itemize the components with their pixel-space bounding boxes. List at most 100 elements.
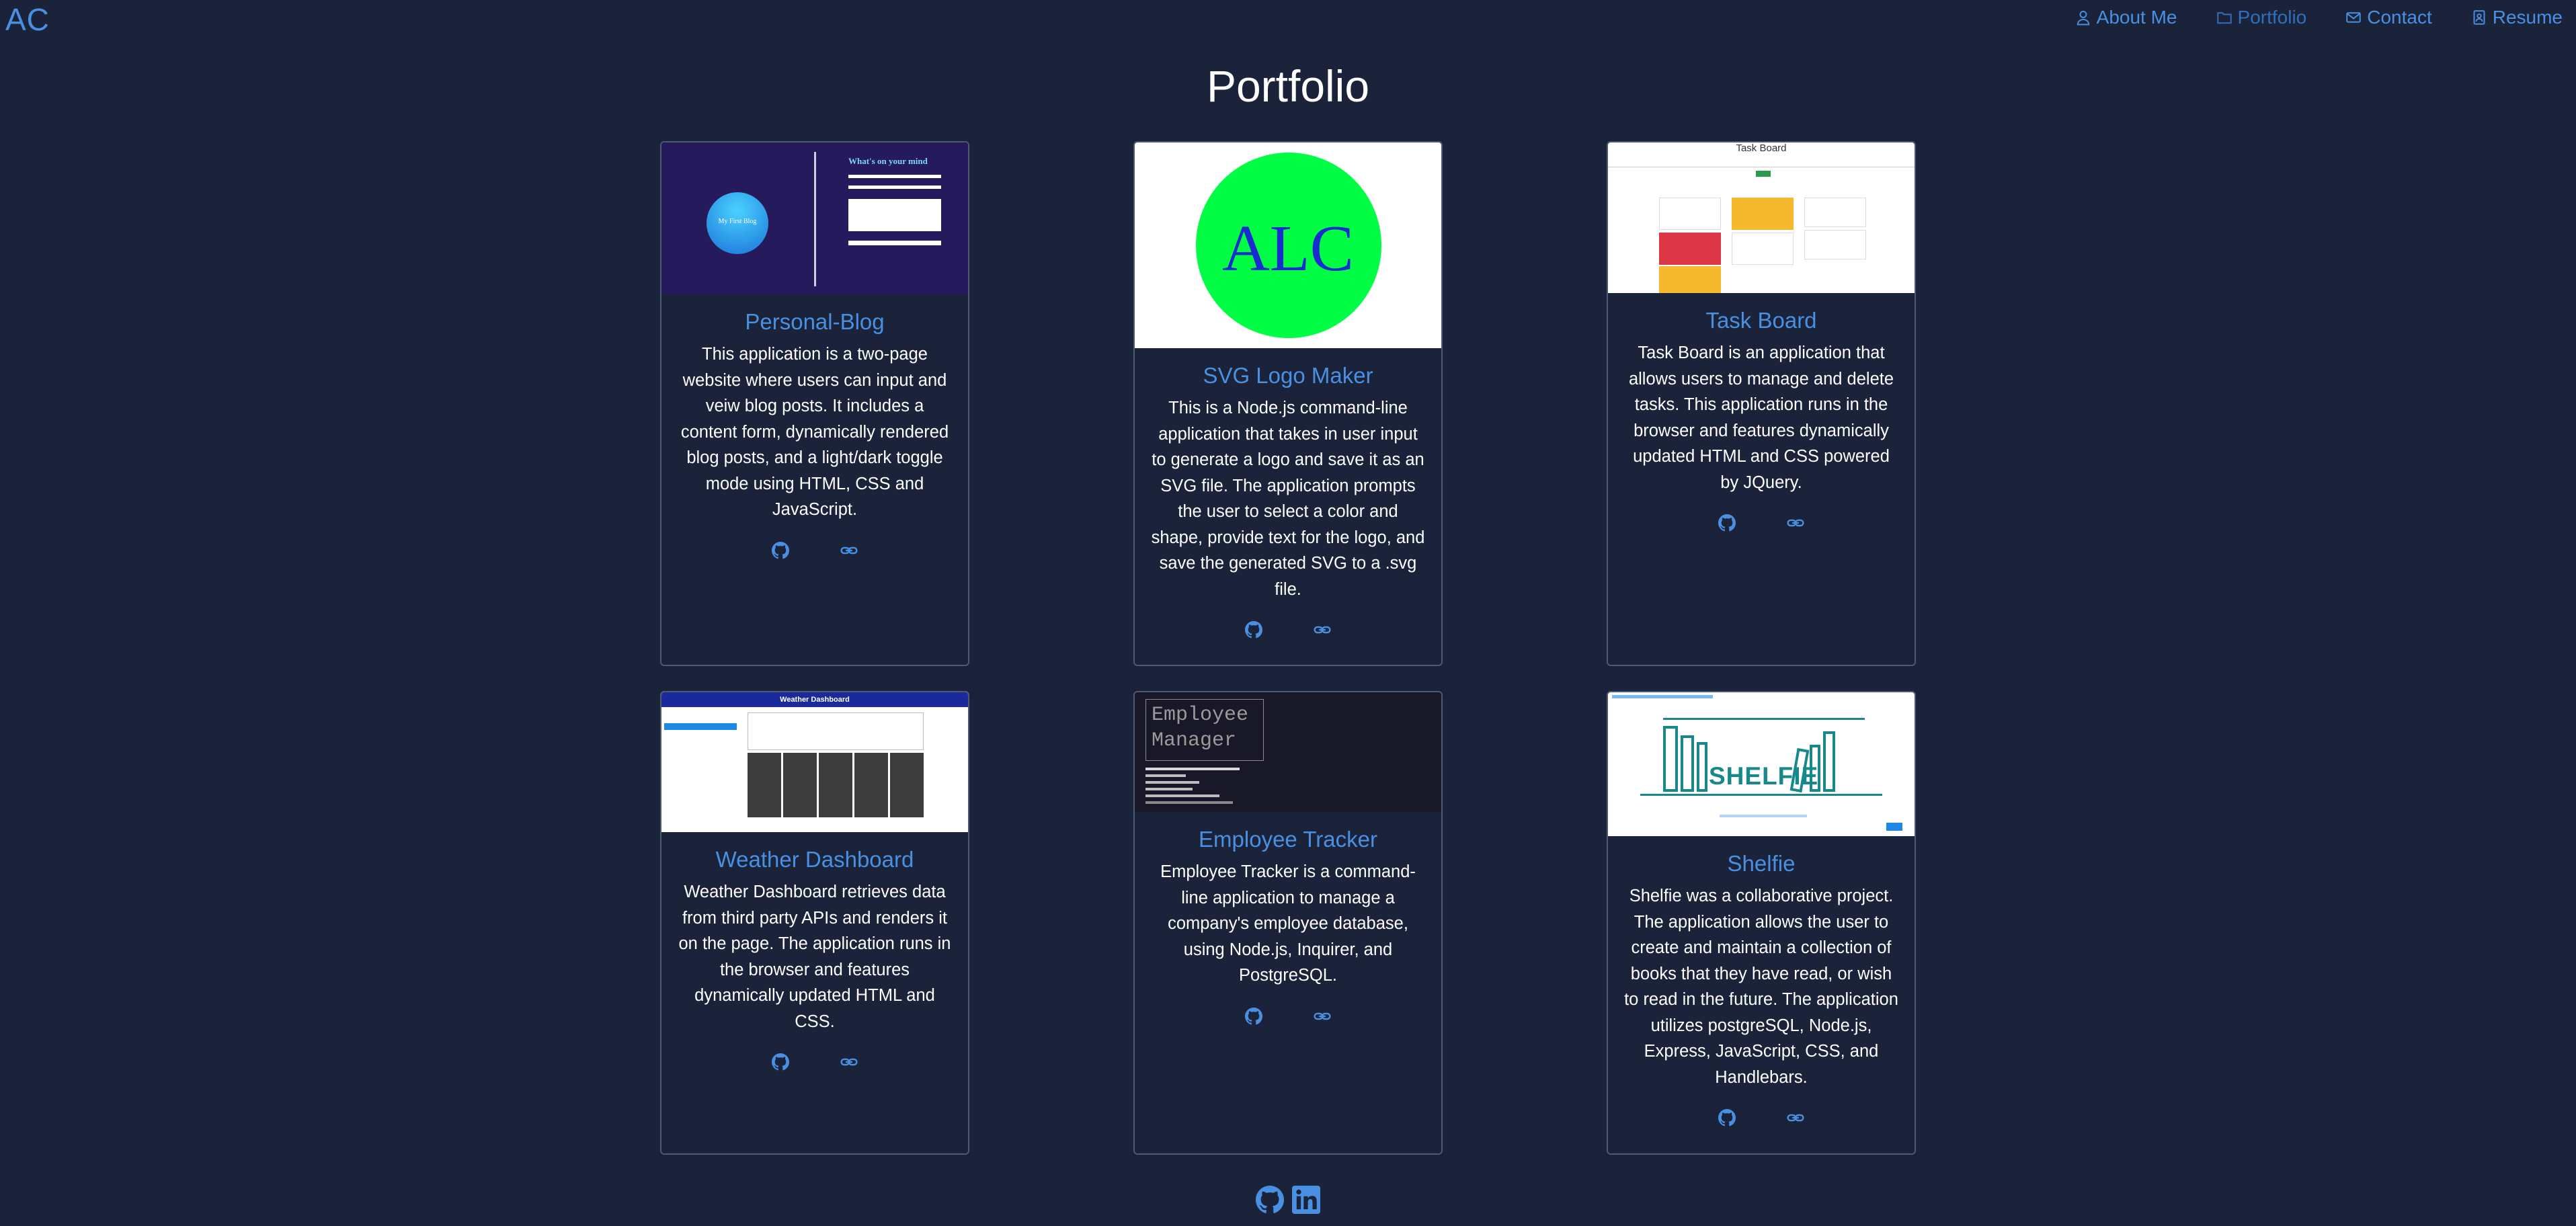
thumb-text: Task Board — [1736, 142, 1787, 154]
github-icon — [1245, 1007, 1262, 1024]
thumb-task-card — [1659, 198, 1721, 230]
thumb-line — [1145, 788, 1193, 790]
book-shape — [1823, 731, 1835, 792]
book-shape — [1681, 735, 1694, 792]
github-link[interactable] — [772, 1053, 789, 1071]
project-description: This application is a two-page website w… — [680, 345, 949, 519]
project-title[interactable]: Personal-Blog — [668, 309, 961, 335]
thumb-line — [1145, 774, 1186, 777]
project-thumbnail: SHELFIE — [1608, 692, 1915, 836]
deployed-link[interactable] — [1314, 1008, 1331, 1025]
nav-contact[interactable]: Contact — [2345, 7, 2432, 28]
github-icon — [1245, 621, 1262, 639]
deployed-link[interactable] — [1787, 1109, 1804, 1127]
github-link[interactable] — [772, 541, 789, 559]
thumb-line — [1145, 781, 1199, 784]
site-header: AC About Me Portfolio Contact Resume — [0, 0, 2576, 43]
blog-logo-circle: My First Blog — [707, 192, 768, 254]
thumb-text: ALC — [1222, 212, 1354, 285]
project-title[interactable]: Task Board — [1615, 308, 1908, 333]
file-person-icon — [2473, 10, 2485, 25]
project-card-task-board: Task Board Task Board Task Board is an a… — [1607, 141, 1916, 666]
project-description: Weather Dashboard retrieves data from th… — [678, 883, 951, 1031]
nav-about-me-label: About Me — [2096, 7, 2177, 28]
thumb-task-card — [1804, 198, 1866, 227]
project-description: Shelfie was a collaborative project. The… — [1624, 887, 1898, 1087]
thumb-line — [1145, 801, 1233, 804]
main-nav: About Me Portfolio Contact Resume — [2075, 7, 2563, 28]
deployed-link[interactable] — [840, 542, 858, 559]
site-footer — [0, 1186, 2576, 1214]
thumb-task-card — [1659, 233, 1721, 265]
footer-linkedin-link[interactable] — [1292, 1186, 1320, 1214]
thumb-field — [848, 186, 941, 189]
thumb-button — [1756, 171, 1771, 177]
project-title[interactable]: SVG Logo Maker — [1141, 363, 1435, 389]
envelope-icon — [2346, 12, 2361, 23]
project-title[interactable]: Employee Tracker — [1141, 827, 1435, 852]
thumb-line — [1145, 794, 1219, 797]
project-card-employee-tracker: Employee Manager Employee Tracker Employ… — [1133, 691, 1443, 1155]
thumb-line — [1720, 815, 1807, 817]
deployed-link[interactable] — [1314, 621, 1331, 639]
thumb-task-card — [1659, 266, 1721, 293]
project-links — [1608, 1109, 1915, 1127]
thumb-forecast-day — [854, 753, 888, 817]
person-icon — [2077, 11, 2089, 26]
thumb-task-card — [1732, 198, 1794, 230]
project-card-svg-logo-maker: ALC SVG Logo Maker This is a Node.js com… — [1133, 141, 1443, 666]
nav-resume[interactable]: Resume — [2471, 7, 2563, 28]
thumb-forecast-day — [748, 753, 781, 817]
nav-portfolio[interactable]: Portfolio — [2216, 7, 2307, 28]
folder-icon — [2216, 12, 2232, 24]
project-description: This is a Node.js command-line applicati… — [1151, 399, 1425, 599]
link-icon — [1787, 1114, 1804, 1122]
nav-about-me[interactable]: About Me — [2075, 7, 2177, 28]
shelf-top-line — [1663, 718, 1865, 720]
link-icon — [840, 1058, 858, 1066]
thumb-text: SHELFIE — [1709, 762, 1819, 790]
github-icon — [772, 1053, 789, 1071]
thumb-forecast-day — [783, 753, 817, 817]
deployed-link[interactable] — [1787, 514, 1804, 532]
link-icon — [840, 546, 858, 554]
github-link[interactable] — [1245, 621, 1262, 639]
thumb-divider — [814, 152, 816, 286]
deployed-link[interactable] — [840, 1053, 858, 1071]
linkedin-icon — [1292, 1186, 1320, 1214]
project-thumbnail: Employee Manager — [1135, 692, 1441, 812]
project-thumbnail: ALC — [1135, 142, 1441, 348]
project-card-personal-blog: My First Blog What's on your mind Person… — [660, 141, 969, 666]
brand-logo[interactable]: AC — [5, 1, 50, 38]
thumb-nav — [1612, 695, 1713, 698]
nav-contact-label: Contact — [2367, 7, 2432, 28]
thumb-button — [664, 723, 737, 730]
github-icon — [1718, 1109, 1736, 1127]
thumb-button — [1886, 823, 1902, 831]
project-title[interactable]: Shelfie — [1615, 851, 1908, 876]
project-links — [1135, 621, 1441, 639]
thumb-task-card — [1804, 230, 1866, 259]
thumb-line — [1145, 768, 1240, 770]
project-links — [1608, 514, 1915, 532]
thumb-ascii-banner: Employee Manager — [1145, 699, 1264, 761]
project-thumbnail: Task Board — [1608, 142, 1915, 293]
project-links — [661, 1053, 968, 1071]
github-link[interactable] — [1245, 1007, 1262, 1025]
thumb-text: Weather Dashboard — [661, 692, 968, 707]
thumb-field — [848, 175, 941, 178]
footer-github-link[interactable] — [1256, 1186, 1284, 1214]
project-thumbnail: Weather Dashboard — [661, 692, 968, 832]
thumb-today — [748, 712, 924, 750]
thumb-text: Manager — [1152, 729, 1237, 752]
nav-portfolio-label: Portfolio — [2237, 7, 2307, 28]
book-shape — [1697, 742, 1707, 792]
thumb-forecast-day — [819, 753, 852, 817]
thumb-forecast-day — [890, 753, 924, 817]
link-icon — [1314, 626, 1331, 634]
project-card-shelfie: SHELFIE Shelfie Shelfie was a collaborat… — [1607, 691, 1916, 1155]
thumb-text: What's on your mind — [848, 156, 928, 166]
github-link[interactable] — [1718, 1109, 1736, 1127]
github-link[interactable] — [1718, 514, 1736, 532]
project-title[interactable]: Weather Dashboard — [668, 847, 961, 872]
